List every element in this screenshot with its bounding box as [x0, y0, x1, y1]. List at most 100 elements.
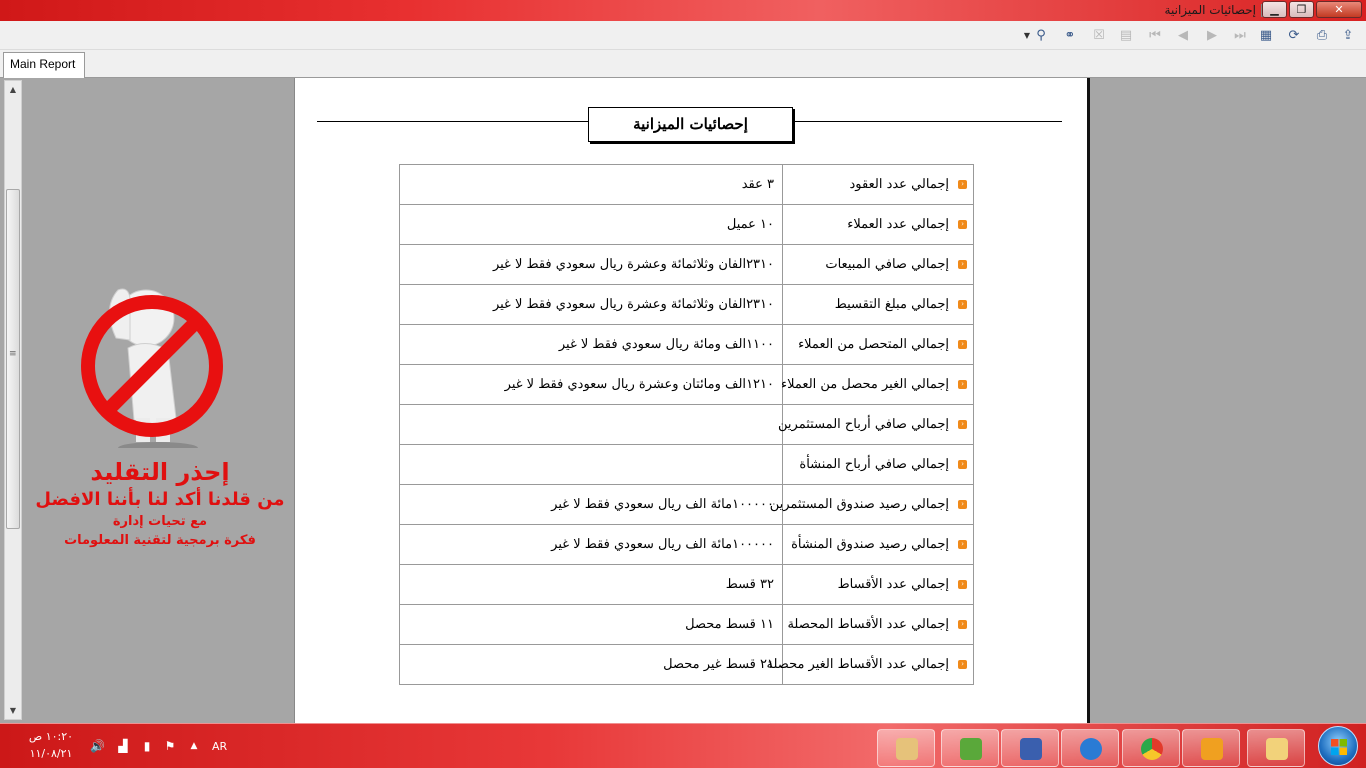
orange-bullet-icon: ‹ — [958, 460, 967, 469]
scroll-up-icon[interactable]: ▲ — [5, 82, 21, 98]
taskbar-report-app[interactable] — [1001, 729, 1059, 767]
row-label: إجمالي المتحصل من العملاء ‹ — [783, 325, 974, 364]
row-value: ١١٠٠الف ومائة ريال سعودي فقط لا غير — [400, 325, 783, 364]
row-label: إجمالي عدد الأقساط ‹ — [783, 565, 974, 604]
row-label-text: إجمالي عدد العملاء — [847, 217, 949, 232]
row-value: ٣ عقد — [400, 165, 783, 204]
maximize-button[interactable]: ❐ — [1289, 1, 1314, 18]
language-indicator[interactable]: AR — [212, 740, 227, 753]
refresh-icon[interactable]: ⟳ — [1286, 28, 1302, 44]
orange-bullet-icon: ‹ — [958, 300, 967, 309]
row-label-text: إجمالي صافي المبيعات — [825, 257, 949, 272]
warning-heading: إحذر التقليد — [90, 458, 230, 486]
table-row: ٣ عقد إجمالي عدد العقود ‹ — [400, 165, 974, 205]
row-value: ٢٣١٠الفان وثلاثمائة وعشرة ريال سعودي فقط… — [400, 245, 783, 284]
toggle-tree-icon[interactable]: ▦ — [1258, 28, 1274, 44]
row-label: إجمالي صافي أرباح المستثمرين ‹ — [778, 405, 974, 444]
row-label: إجمالي عدد الأقساط المحصلة ‹ — [783, 605, 974, 644]
row-label-text: إجمالي عدد العقود — [849, 177, 949, 192]
row-label: إجمالي عدد الأقساط الغير محصلة ‹ — [767, 645, 974, 684]
table-row: ٢٣١٠الفان وثلاثمائة وعشرة ريال سعودي فقط… — [400, 285, 974, 325]
start-button[interactable] — [1318, 726, 1358, 766]
taskbar-green-app[interactable] — [941, 729, 999, 767]
row-label-text: إجمالي رصيد صندوق المنشأة — [791, 537, 949, 552]
taskbar-paint-app[interactable] — [877, 729, 935, 767]
row-label: إجمالي صافي المبيعات ‹ — [783, 245, 974, 284]
table-row: ١٠٠٠٠٠مائة الف ريال سعودي فقط لا غير إجما… — [400, 485, 974, 525]
statistics-table: ٣ عقد إجمالي عدد العقود ‹ ١٠ عميل إجمالي عدد… — [399, 164, 974, 685]
vertical-scrollbar[interactable]: ▲ ≡ ▼ — [4, 80, 22, 720]
next-page-icon[interactable]: ▶ — [1204, 28, 1220, 44]
show-hidden-icons-icon[interactable]: ▲ — [187, 739, 201, 753]
title-rule-left — [317, 121, 589, 122]
taskbar-explorer[interactable] — [1247, 729, 1305, 767]
orange-bullet-icon: ‹ — [958, 340, 967, 349]
row-value: ٢٣١٠الفان وثلاثمائة وعشرة ريال سعودي فقط… — [400, 285, 783, 324]
table-row: ٢٣١٠الفان وثلاثمائة وعشرة ريال سعودي فقط… — [400, 245, 974, 285]
minimize-button[interactable]: ▁ — [1262, 1, 1287, 18]
stop-icon[interactable]: ☒ — [1091, 28, 1107, 44]
taskbar-internet-explorer[interactable] — [1061, 729, 1119, 767]
row-value: ٢١ قسط غير محصل — [400, 645, 783, 684]
table-row: ١٠ عميل إجمالي عدد العملاء ‹ — [400, 205, 974, 245]
table-row: ١١ قسط محصل إجمالي عدد الأقساط المحصلة ‹ — [400, 605, 974, 645]
orange-bullet-icon: ‹ — [958, 380, 967, 389]
orange-bullet-icon: ‹ — [958, 420, 967, 429]
close-button[interactable]: ✕ — [1316, 1, 1362, 18]
page-setup-icon[interactable]: ▤ — [1118, 28, 1134, 44]
table-row: ٢١ قسط غير محصل إجمالي عدد الأقساط الغير … — [400, 645, 974, 685]
signal-icon[interactable]: ▟ — [116, 739, 130, 753]
window-title: إحصائيات الميزانية — [1164, 3, 1256, 17]
window-title-bar: إحصائيات الميزانية ▁ ❐ ✕ — [0, 0, 1366, 21]
row-label-text: إجمالي رصيد صندوق المستثمرين — [769, 497, 949, 512]
orange-bullet-icon: ‹ — [958, 500, 967, 509]
row-label-text: إجمالي عدد الأقساط — [837, 577, 949, 592]
row-label-text: إجمالي مبلغ التقسيط — [834, 297, 949, 312]
row-label: إجمالي الغير محصل من العملاء ‹ — [781, 365, 974, 404]
group-tree-icon[interactable]: ⚲ — [1033, 28, 1049, 44]
row-label: إجمالي مبلغ التقسيط ‹ — [783, 285, 974, 324]
action-center-flag-icon[interactable]: ⚑ — [163, 739, 177, 753]
taskbar-media-player[interactable] — [1182, 729, 1240, 767]
table-row: ٣٢ قسط إجمالي عدد الأقساط ‹ — [400, 565, 974, 605]
tab-main-report[interactable]: Main Report — [3, 52, 85, 78]
report-tab-strip: Main Report — [0, 50, 1366, 78]
row-label: إجمالي عدد العملاء ‹ — [783, 205, 974, 244]
windows-logo-icon — [1331, 739, 1347, 755]
warning-subheading: من قلدنا أكد لنا بأننا الافضل — [35, 489, 285, 510]
orange-bullet-icon: ‹ — [958, 660, 967, 669]
row-value: ٣٢ قسط — [400, 565, 783, 604]
taskbar: ١٠:٢٠ ص ١١/٠٨/٢١ 🔊 ▟ ▮ ⚑ ▲ AR — [0, 723, 1366, 768]
battery-icon[interactable]: ▮ — [140, 739, 154, 753]
report-viewer: ▲ ≡ ▼ إحذر التقليد من قلدنا أكد لنا بأنن… — [0, 78, 1366, 723]
clock-time: ١٠:٢٠ ص — [28, 730, 74, 743]
table-row: ١٢١٠الف ومائتان وعشرة ريال سعودي فقط لا … — [400, 365, 974, 405]
media-player-icon — [1201, 738, 1223, 760]
orange-bullet-icon: ‹ — [958, 220, 967, 229]
previous-page-icon[interactable]: ◀ — [1175, 28, 1191, 44]
page-edge — [1087, 78, 1090, 723]
row-label-text: إجمالي المتحصل من العملاء — [798, 337, 949, 352]
row-value: ١٢١٠الف ومائتان وعشرة ريال سعودي فقط لا … — [400, 365, 783, 404]
orange-bullet-icon: ‹ — [958, 180, 967, 189]
export-icon[interactable]: ⇪ — [1340, 28, 1356, 44]
scrollbar-thumb[interactable] — [6, 189, 20, 529]
clock[interactable]: ١٠:٢٠ ص ١١/٠٨/٢١ — [24, 728, 78, 762]
palette-icon — [896, 738, 918, 760]
row-value: ١٠٠٠٠٠مائة الف ريال سعودي فقط لا غير — [400, 485, 783, 524]
find-binoculars-icon[interactable]: ⚭ — [1062, 28, 1078, 44]
row-label-text: إجمالي عدد الأقساط المحصلة — [787, 617, 949, 632]
table-row: ١١٠٠الف ومائة ريال سعودي فقط لا غير إجمال… — [400, 325, 974, 365]
last-page-icon[interactable]: ⏭ — [1232, 28, 1248, 44]
orange-bullet-icon: ‹ — [958, 540, 967, 549]
print-icon[interactable]: ⎙ — [1314, 28, 1330, 44]
title-rule-right — [792, 121, 1062, 122]
row-value: ١١ قسط محصل — [400, 605, 783, 644]
chrome-icon — [1141, 738, 1163, 760]
row-label-text: إجمالي صافي أرباح المستثمرين — [778, 417, 949, 432]
scroll-down-icon[interactable]: ▼ — [5, 703, 21, 719]
row-label-text: إجمالي صافي أرباح المنشأة — [799, 457, 949, 472]
taskbar-chrome[interactable] — [1122, 729, 1180, 767]
volume-icon[interactable]: 🔊 — [90, 739, 105, 753]
first-page-icon[interactable]: ⏮ — [1147, 28, 1163, 44]
